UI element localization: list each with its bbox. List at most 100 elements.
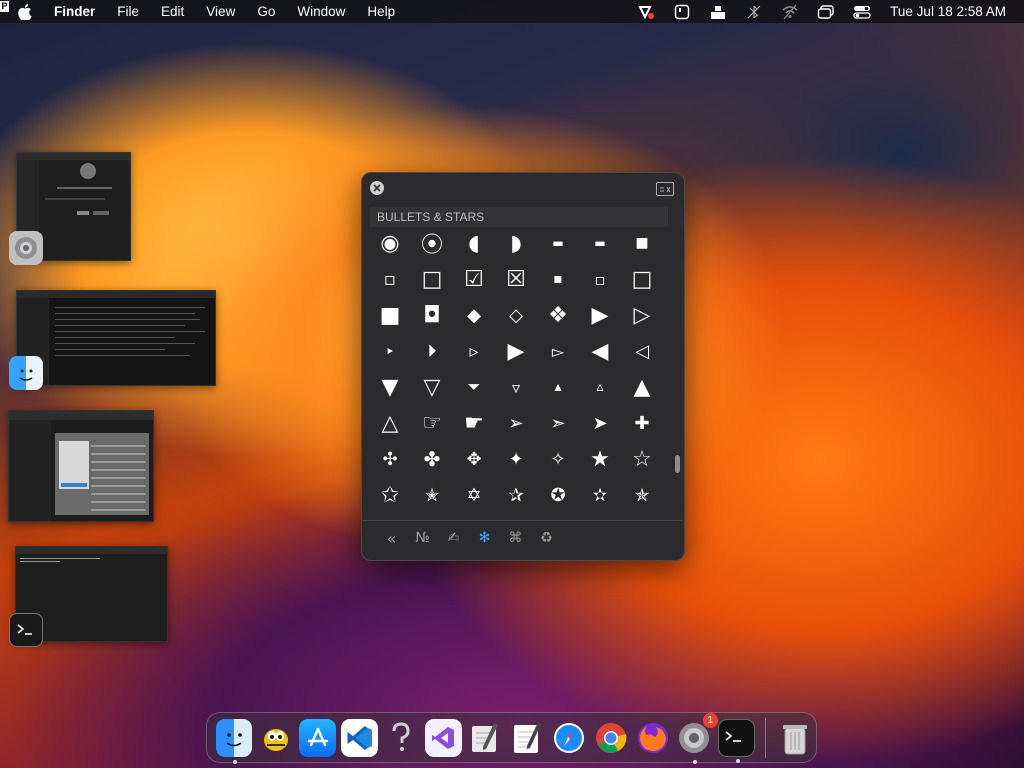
symbol-cell[interactable]: ☆ xyxy=(621,441,663,477)
symbol-cell[interactable]: ■ xyxy=(621,225,663,261)
category-pictographs-icon[interactable]: ✍ xyxy=(438,526,469,550)
menu-go[interactable]: Go xyxy=(246,4,286,19)
symbol-cell[interactable]: ▿ xyxy=(495,369,537,405)
symbol-cell[interactable]: ▽ xyxy=(411,369,453,405)
expand-view-button[interactable] xyxy=(656,182,674,196)
dock-firefox-icon[interactable] xyxy=(634,719,671,757)
symbol-cell[interactable]: ‣ xyxy=(369,333,411,369)
dock-visual-studio-icon[interactable] xyxy=(424,718,462,757)
symbol-cell[interactable]: ◁ xyxy=(621,333,663,369)
symbol-cell[interactable]: ✰ xyxy=(495,477,537,513)
symbol-cell[interactable]: ✩ xyxy=(369,477,411,513)
symbol-cell[interactable]: ➤ xyxy=(579,405,621,441)
menu-app-finder[interactable]: Finder xyxy=(48,4,106,19)
menu-help[interactable]: Help xyxy=(356,4,406,19)
dock-system-settings-icon[interactable]: 1 xyxy=(676,712,718,764)
symbol-cell[interactable]: ★ xyxy=(579,441,621,477)
symbol-cell[interactable]: ▪ xyxy=(537,261,579,297)
symbol-cell[interactable]: ✡ xyxy=(453,477,495,513)
symbol-cell[interactable]: ✣ xyxy=(369,441,411,477)
menu-window[interactable]: Window xyxy=(286,4,356,19)
symbol-cell[interactable]: ■ xyxy=(369,297,411,333)
thumbnail-editor-window[interactable] xyxy=(8,410,154,522)
screen-mirroring-icon[interactable] xyxy=(815,4,837,20)
dock-finder-icon[interactable] xyxy=(215,718,253,764)
dock-vscode-icon[interactable] xyxy=(341,718,378,757)
symbol-cell[interactable]: ▻ xyxy=(537,333,579,369)
symbol-cell[interactable]: ⏷ xyxy=(453,369,495,405)
system-settings-icon[interactable] xyxy=(9,231,43,265)
symbol-cell[interactable]: ▫ xyxy=(579,261,621,297)
symbol-cell[interactable]: ◆ xyxy=(453,297,495,333)
dock-chrome-icon[interactable] xyxy=(592,719,629,757)
symbol-cell[interactable]: ▫ xyxy=(369,261,411,297)
symbol-cell[interactable]: ✯ xyxy=(621,477,663,513)
symbol-cell[interactable]: ➢ xyxy=(495,405,537,441)
dock-trash-icon[interactable] xyxy=(777,719,814,757)
symbol-cell[interactable]: ◉ xyxy=(369,225,411,261)
symbol-cell[interactable]: ✧ xyxy=(537,441,579,477)
symbol-cell[interactable]: □ xyxy=(621,261,663,297)
symbol-cell[interactable]: ◗ xyxy=(495,225,537,261)
symbol-cell[interactable]: ☑ xyxy=(453,261,495,297)
wifi-icon[interactable] xyxy=(779,4,801,20)
symbol-cell[interactable]: ✪ xyxy=(537,477,579,513)
symbol-cell[interactable]: ◇ xyxy=(495,297,537,333)
symbol-cell[interactable]: ✫ xyxy=(579,477,621,513)
symbol-cell[interactable]: ☛ xyxy=(453,405,495,441)
dock-cyberduck-icon[interactable] xyxy=(257,719,294,757)
category-signs-icon[interactable]: ♻ xyxy=(531,526,562,550)
close-button[interactable] xyxy=(370,181,384,195)
symbol-cell[interactable]: ▶ xyxy=(579,297,621,333)
symbol-cell[interactable]: ⦿ xyxy=(411,225,453,261)
dock-help-viewer-icon[interactable] xyxy=(383,719,420,757)
menu-file[interactable]: File xyxy=(106,4,150,19)
symbol-cell[interactable]: ◘ xyxy=(411,297,453,333)
terminal-icon[interactable] xyxy=(9,613,43,647)
symbol-cell[interactable]: ▶ xyxy=(495,333,537,369)
symbol-cell[interactable]: ▬ xyxy=(537,225,579,261)
symbol-cell[interactable]: ❖ xyxy=(537,297,579,333)
symbol-cell[interactable]: ▹ xyxy=(453,333,495,369)
symbol-cell[interactable]: ☒ xyxy=(495,261,537,297)
tray-icon[interactable] xyxy=(707,4,729,20)
thumbnail-finder-window[interactable] xyxy=(16,290,216,386)
symbol-cell[interactable]: □ xyxy=(411,261,453,297)
symbol-cell[interactable]: ◀ xyxy=(579,333,621,369)
symbol-cell[interactable]: ▴ xyxy=(537,369,579,405)
symbol-cell[interactable]: ➣ xyxy=(537,405,579,441)
symbol-cell[interactable]: ▼ xyxy=(369,369,411,405)
bluetooth-off-icon[interactable] xyxy=(743,4,765,20)
symbol-cell[interactable]: ▬ xyxy=(579,225,621,261)
control-center-icon[interactable] xyxy=(851,4,873,20)
dock-textedit-icon[interactable] xyxy=(509,719,546,757)
symbol-cell[interactable]: ▵ xyxy=(579,369,621,405)
category-chevron-left-icon[interactable]: « xyxy=(376,526,407,550)
apple-icon[interactable] xyxy=(18,3,34,20)
symbol-cell[interactable]: ✭ xyxy=(411,477,453,513)
category-technical-icon[interactable]: ⌘ xyxy=(500,526,531,550)
dock-app-store-icon[interactable] xyxy=(299,718,337,757)
symbol-cell[interactable]: ☞ xyxy=(411,405,453,441)
symbol-cell[interactable]: ▷ xyxy=(621,297,663,333)
symbol-cell[interactable]: ✦ xyxy=(495,441,537,477)
dock-safari-icon[interactable] xyxy=(550,719,587,757)
menu-edit[interactable]: Edit xyxy=(150,4,195,19)
finder-icon[interactable] xyxy=(9,356,43,390)
category-bullets-stars-icon[interactable]: ✻ xyxy=(469,526,500,550)
screen-record-icon[interactable] xyxy=(635,4,657,20)
symbol-cell[interactable]: △ xyxy=(369,405,411,441)
symbol-cell[interactable]: ◖ xyxy=(453,225,495,261)
menubar-clock[interactable]: Tue Jul 18 2:58 AM xyxy=(890,4,1006,19)
dock-terminal-icon[interactable] xyxy=(717,718,755,763)
symbol-cell[interactable]: ⏵ xyxy=(411,333,453,369)
menu-view[interactable]: View xyxy=(195,4,246,19)
scrollbar-thumb[interactable] xyxy=(675,455,680,473)
category-letterlike-icon[interactable]: № xyxy=(407,526,438,550)
dock-script-editor-icon[interactable] xyxy=(467,719,504,757)
symbol-cell[interactable]: ✥ xyxy=(453,441,495,477)
symbol-cell[interactable]: ▲ xyxy=(621,369,663,405)
stage-icon[interactable] xyxy=(671,4,693,20)
symbol-cell[interactable]: ✤ xyxy=(411,441,453,477)
symbol-cell[interactable]: ✚ xyxy=(621,405,663,441)
